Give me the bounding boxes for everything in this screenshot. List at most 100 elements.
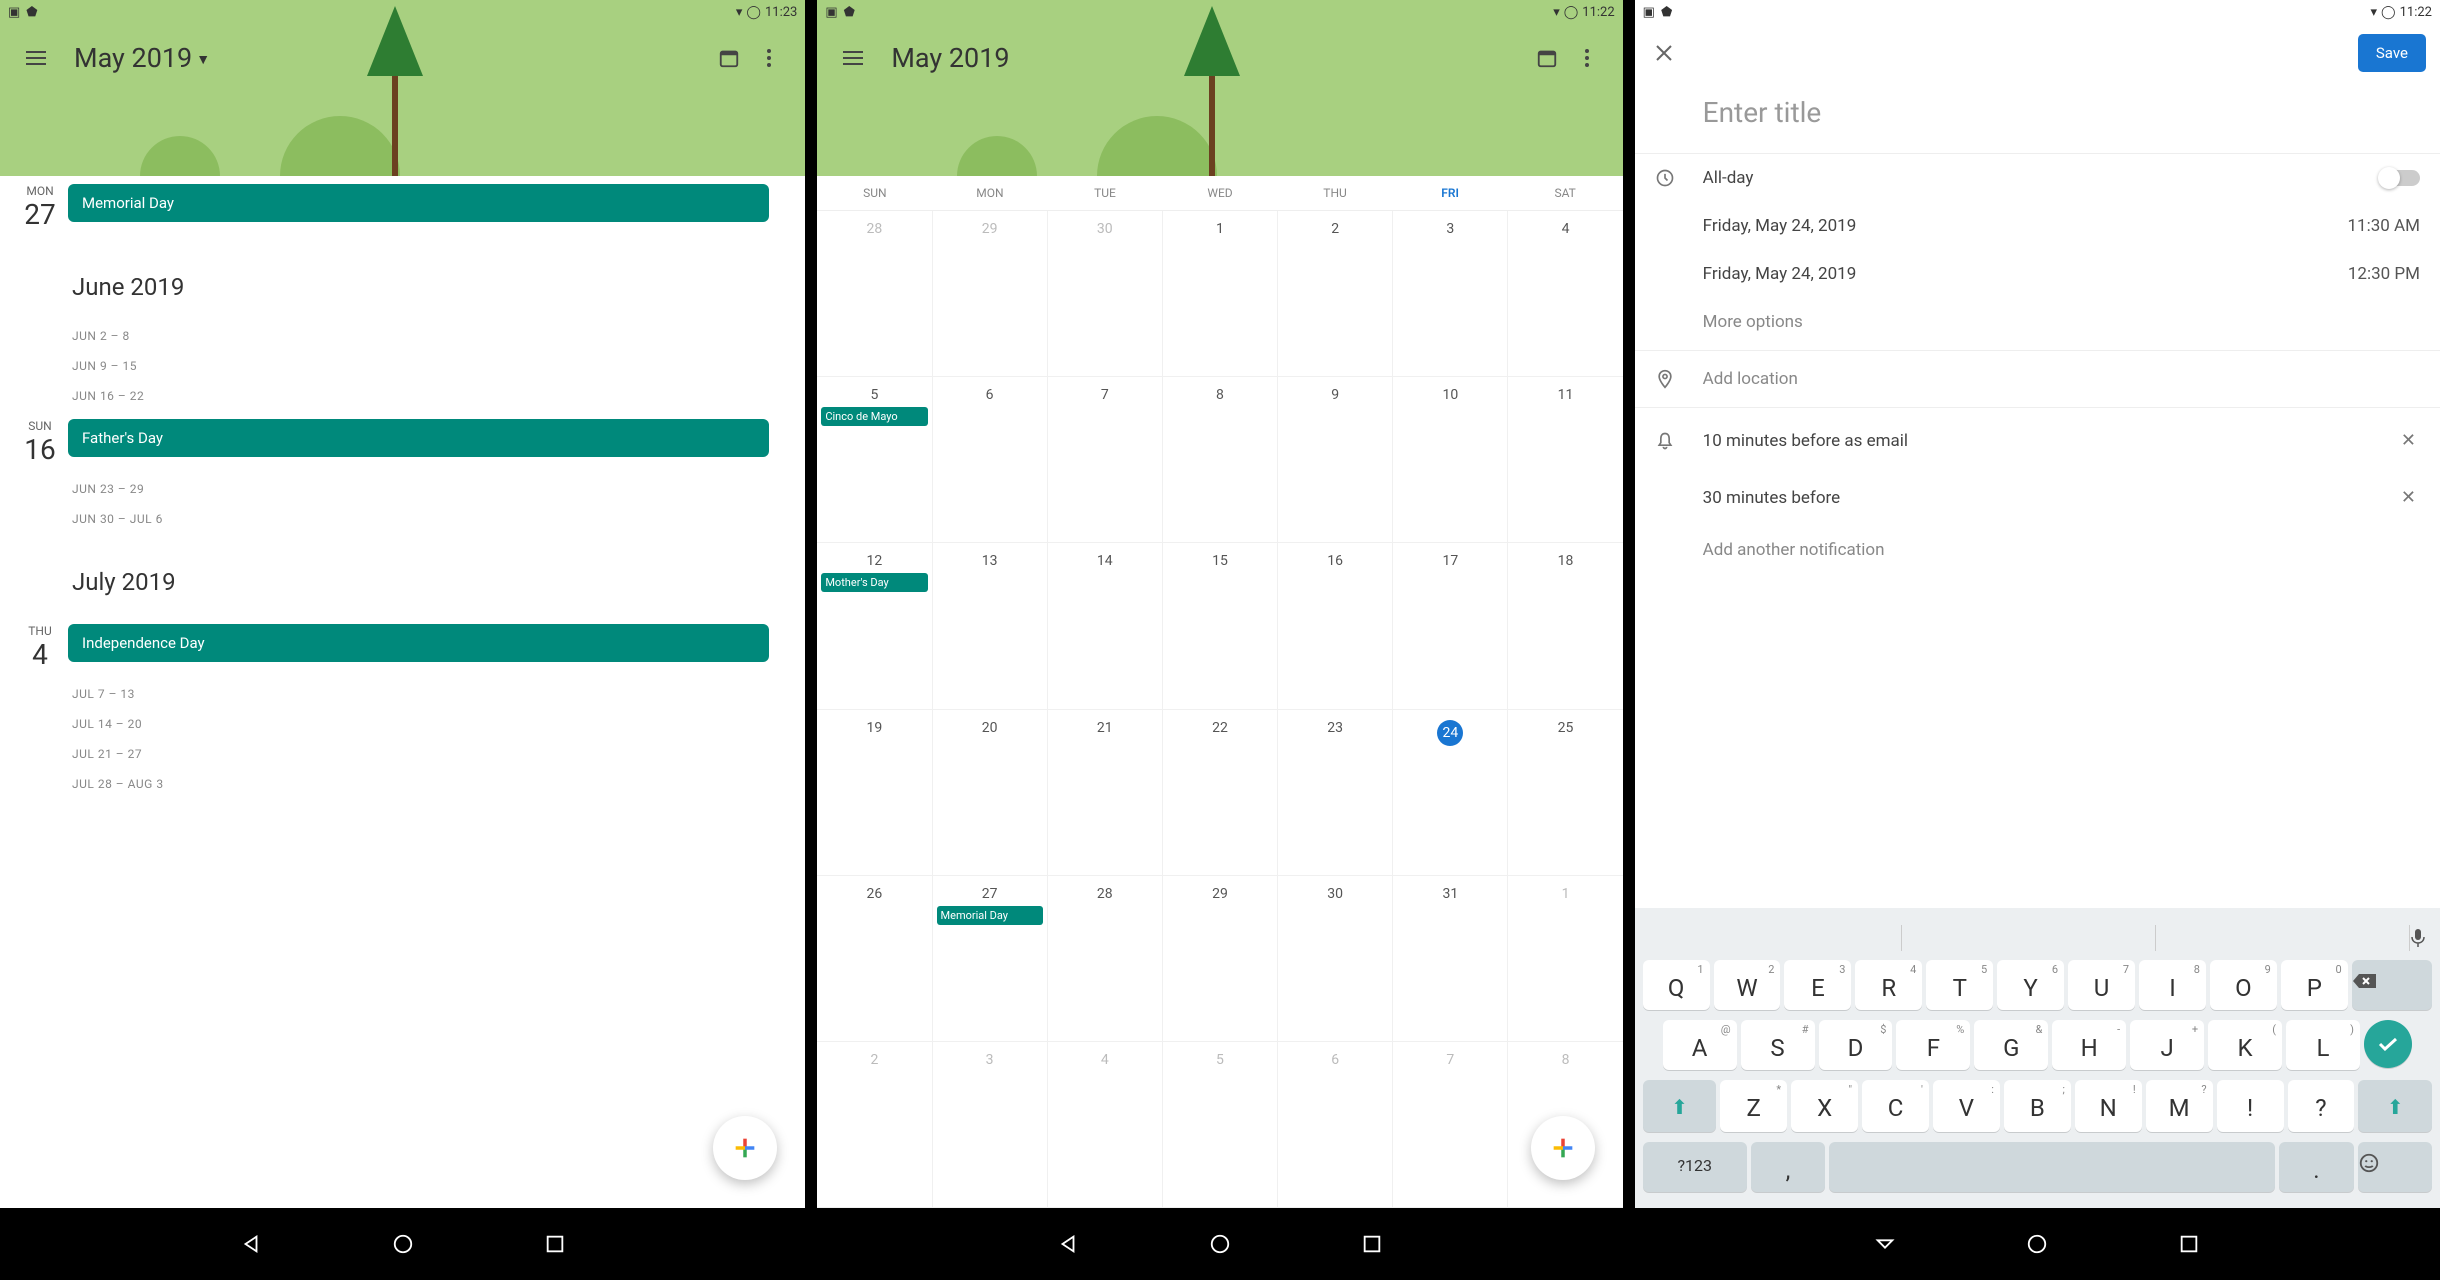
day-cell[interactable]: 12Mother's Day <box>817 543 932 708</box>
backspace-key[interactable] <box>2352 960 2432 1010</box>
enter-key[interactable] <box>2364 1020 2412 1068</box>
recents-icon[interactable] <box>2178 1233 2200 1255</box>
mini-event[interactable]: Mother's Day <box>821 573 927 592</box>
day-cell[interactable]: 10 <box>1393 377 1508 542</box>
day-cell[interactable]: 7 <box>1393 1042 1508 1207</box>
day-cell[interactable]: 22 <box>1163 710 1278 875</box>
shift-key[interactable]: ⬆ <box>1643 1080 1717 1132</box>
day-cell[interactable]: 4 <box>1048 1042 1163 1207</box>
emoji-key[interactable] <box>2358 1142 2432 1192</box>
key-J[interactable]: +J <box>2130 1020 2204 1070</box>
day-cell[interactable]: 27Memorial Day <box>933 876 1048 1041</box>
keyboard-down-icon[interactable] <box>1874 1233 1896 1255</box>
event-chip[interactable]: Father's Day <box>68 419 769 457</box>
suggestion-slot[interactable] <box>2156 925 2410 951</box>
title-input[interactable]: Enter title <box>1635 82 2440 154</box>
key-S[interactable]: #S <box>1741 1020 1815 1070</box>
recents-icon[interactable] <box>1361 1233 1383 1255</box>
day-cell[interactable]: 5Cinco de Mayo <box>817 377 932 542</box>
key-V[interactable]: :V <box>1933 1080 2000 1132</box>
day-cell[interactable]: 26 <box>817 876 932 1041</box>
day-cell[interactable]: 25 <box>1508 710 1622 875</box>
key-W[interactable]: 2W <box>1714 960 1781 1010</box>
day-cell[interactable]: 4 <box>1508 211 1622 376</box>
day-cell[interactable]: 14 <box>1048 543 1163 708</box>
home-icon[interactable] <box>1209 1233 1231 1255</box>
day-cell[interactable]: 13 <box>933 543 1048 708</box>
save-button[interactable]: Save <box>2358 34 2426 72</box>
key-H[interactable]: -H <box>2052 1020 2126 1070</box>
create-fab[interactable] <box>1531 1116 1595 1180</box>
add-notification-row[interactable]: Add another notification <box>1635 526 2440 574</box>
mic-button[interactable] <box>2410 928 2426 948</box>
day-cell[interactable]: 30 <box>1278 876 1393 1041</box>
week-range[interactable]: JUL 14 – 20 <box>0 709 781 739</box>
day-cell[interactable]: 2 <box>817 1042 932 1207</box>
key-R[interactable]: 4R <box>1855 960 1922 1010</box>
menu-button[interactable] <box>833 38 873 78</box>
start-date-row[interactable]: Friday, May 24, 2019 11:30 AM <box>1635 202 2440 250</box>
week-range[interactable]: JUN 23 – 29 <box>0 474 781 504</box>
day-cell[interactable]: 24 <box>1393 710 1508 875</box>
day-cell[interactable]: 18 <box>1508 543 1622 708</box>
day-cell[interactable]: 5 <box>1163 1042 1278 1207</box>
event-chip[interactable]: Memorial Day <box>68 184 769 222</box>
day-cell[interactable]: 20 <box>933 710 1048 875</box>
day-cell[interactable]: 28 <box>817 211 932 376</box>
mini-event[interactable]: Memorial Day <box>937 906 1043 925</box>
day-cell[interactable]: 11 <box>1508 377 1622 542</box>
mini-event[interactable]: Cinco de Mayo <box>821 407 927 426</box>
notification-row[interactable]: 10 minutes before as email ✕ <box>1635 412 2440 469</box>
close-button[interactable] <box>1649 38 1679 68</box>
day-cell[interactable]: 8 <box>1163 377 1278 542</box>
key-?[interactable]: ? <box>2288 1080 2355 1132</box>
suggestion-slot[interactable] <box>1649 925 1903 951</box>
key-B[interactable]: ;B <box>2004 1080 2071 1132</box>
recents-icon[interactable] <box>544 1233 566 1255</box>
key-Z[interactable]: *Z <box>1720 1080 1787 1132</box>
key-K[interactable]: (K <box>2208 1020 2282 1070</box>
key-![interactable]: ! <box>2217 1080 2284 1132</box>
day-cell[interactable]: 1 <box>1508 876 1622 1041</box>
day-cell[interactable]: 29 <box>1163 876 1278 1041</box>
week-range[interactable]: JUN 2 – 8 <box>0 321 781 351</box>
menu-button[interactable] <box>16 38 56 78</box>
key-O[interactable]: 9O <box>2210 960 2277 1010</box>
day-cell[interactable]: 28 <box>1048 876 1163 1041</box>
back-icon[interactable] <box>1057 1233 1079 1255</box>
key-C[interactable]: 'C <box>1862 1080 1929 1132</box>
more-options-row[interactable]: More options <box>1635 298 2440 346</box>
key-U[interactable]: 7U <box>2068 960 2135 1010</box>
key-I[interactable]: 8I <box>2139 960 2206 1010</box>
key-D[interactable]: $D <box>1819 1020 1893 1070</box>
day-cell[interactable]: 16 <box>1278 543 1393 708</box>
key-E[interactable]: 3E <box>1784 960 1851 1010</box>
day-cell[interactable]: 3 <box>1393 211 1508 376</box>
key-P[interactable]: 0P <box>2281 960 2348 1010</box>
week-range[interactable]: JUL 21 – 27 <box>0 739 781 769</box>
key-?123[interactable]: ?123 <box>1643 1142 1747 1192</box>
today-button[interactable] <box>709 38 749 78</box>
key-A[interactable]: @A <box>1663 1020 1737 1070</box>
suggestion-slot[interactable] <box>1902 925 2156 951</box>
key-Q[interactable]: 1Q <box>1643 960 1710 1010</box>
key-,[interactable]: , <box>1751 1142 1825 1192</box>
day-cell[interactable]: 2 <box>1278 211 1393 376</box>
day-cell[interactable]: 6 <box>1278 1042 1393 1207</box>
end-date-row[interactable]: Friday, May 24, 2019 12:30 PM <box>1635 250 2440 298</box>
event-chip[interactable]: Independence Day <box>68 624 769 662</box>
day-cell[interactable]: 15 <box>1163 543 1278 708</box>
week-range[interactable]: JUN 30 – JUL 6 <box>0 504 781 534</box>
key-space[interactable] <box>1829 1142 2275 1192</box>
key-F[interactable]: %F <box>1896 1020 1970 1070</box>
back-icon[interactable] <box>240 1233 262 1255</box>
shift-key[interactable]: ⬆ <box>2358 1080 2432 1132</box>
home-icon[interactable] <box>392 1233 414 1255</box>
day-cell[interactable]: 3 <box>933 1042 1048 1207</box>
key-.[interactable]: . <box>2279 1142 2353 1192</box>
more-button[interactable] <box>1567 38 1607 78</box>
week-range[interactable]: JUN 9 – 15 <box>0 351 781 381</box>
week-range[interactable]: JUN 16 – 22 <box>0 381 781 411</box>
key-T[interactable]: 5T <box>1926 960 1993 1010</box>
day-cell[interactable]: 9 <box>1278 377 1393 542</box>
